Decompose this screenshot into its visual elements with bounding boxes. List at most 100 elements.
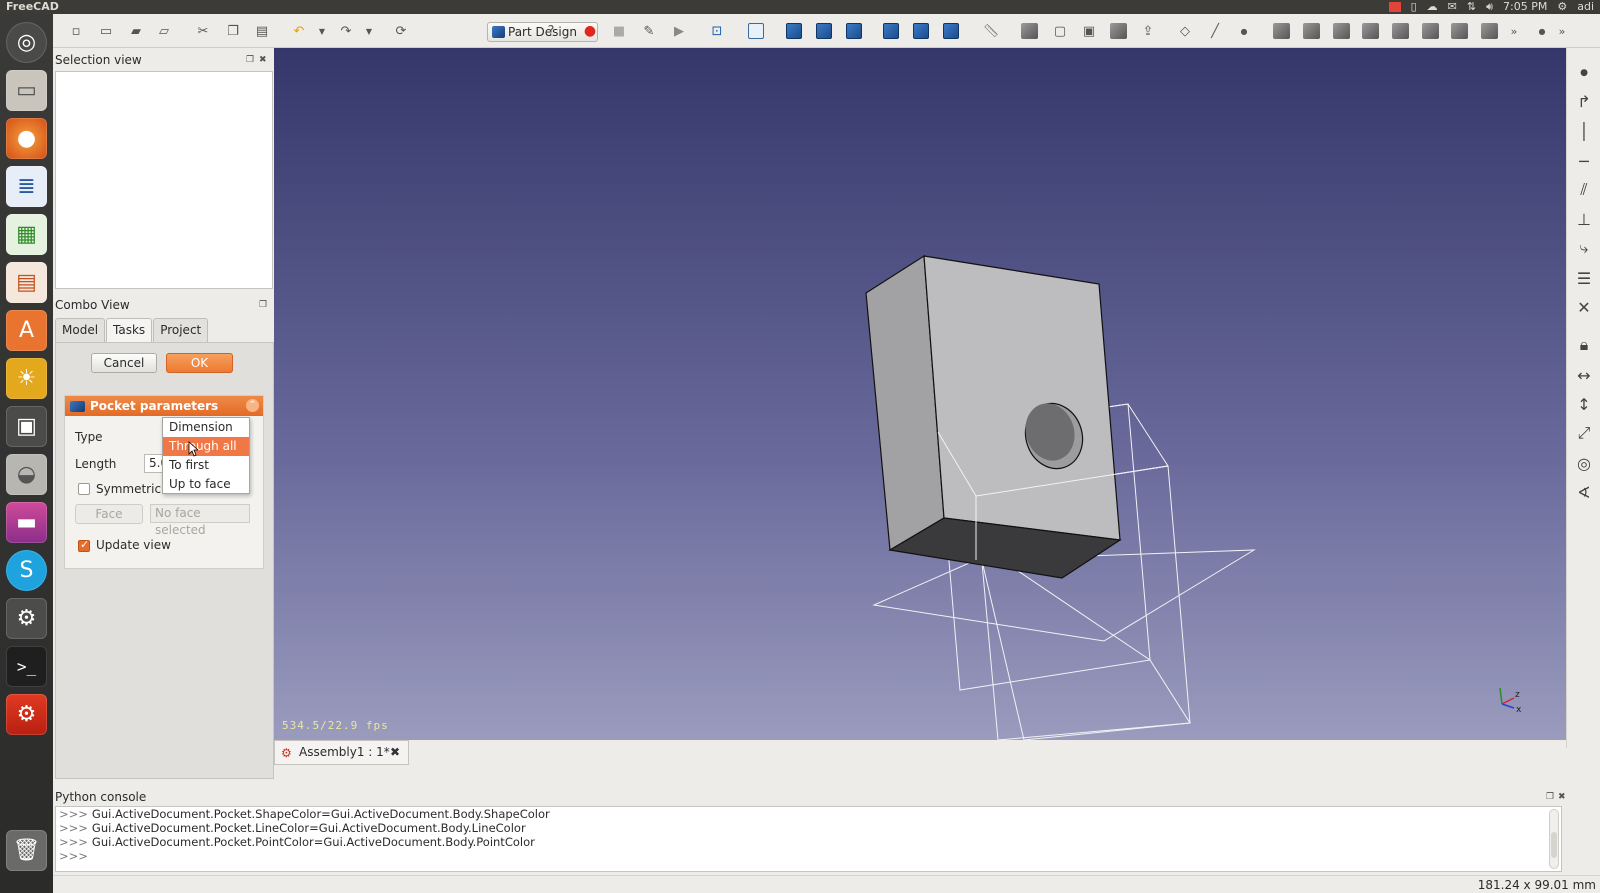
fillet-icon[interactable]: [1392, 23, 1409, 39]
datum-line-icon[interactable]: ╱: [1206, 23, 1224, 39]
constraint-distance-icon[interactable]: ⤢: [1575, 423, 1593, 442]
datum-point-icon[interactable]: ●: [1235, 23, 1253, 39]
create-body-icon[interactable]: [1021, 23, 1038, 39]
tab-project[interactable]: Project: [153, 318, 209, 343]
constraint-vertical-distance-icon[interactable]: ↕: [1575, 395, 1593, 414]
undo-icon[interactable]: ↶: [290, 23, 308, 39]
update-view-checkbox[interactable]: [78, 538, 90, 552]
face-button[interactable]: Face: [75, 504, 143, 524]
settings-gear-icon[interactable]: ⚙: [1557, 0, 1567, 14]
selection-view-close-icon[interactable]: ✖: [259, 55, 267, 65]
constraint-vertical-icon[interactable]: │: [1575, 122, 1593, 141]
new-document-icon[interactable]: ▫: [67, 23, 85, 39]
toolbar-overflow-right-icon[interactable]: »: [1553, 23, 1571, 39]
pocket-icon[interactable]: [1303, 23, 1320, 39]
workspace-switcher-icon[interactable]: ▣: [6, 406, 47, 447]
dash-home-icon[interactable]: ◎: [6, 22, 47, 63]
3d-scene[interactable]: z x: [274, 48, 1566, 740]
tab-model[interactable]: Model: [55, 318, 106, 343]
cloud-icon[interactable]: ☁: [1427, 0, 1438, 14]
constraint-angle-icon[interactable]: ∢: [1575, 483, 1593, 502]
draft-icon[interactable]: [1451, 23, 1468, 39]
type-dropdown-list[interactable]: Dimension Through all To first Up to fac…: [162, 417, 250, 494]
map-sketch-icon[interactable]: [1110, 23, 1127, 39]
type-option-dimension[interactable]: Dimension: [163, 418, 249, 437]
whats-this-icon[interactable]: ?: [542, 23, 560, 39]
export-icon[interactable]: ⇪: [1139, 23, 1157, 39]
calc-icon[interactable]: ▦: [6, 214, 47, 255]
thickness-icon[interactable]: [1481, 23, 1498, 39]
isometric-view-icon[interactable]: [748, 23, 764, 39]
python-console-float-icon[interactable]: ❐: [1546, 792, 1554, 802]
writer-icon[interactable]: ≣: [6, 166, 47, 207]
software-center-icon[interactable]: A: [6, 310, 47, 351]
constraint-symmetric-icon[interactable]: ✕: [1575, 298, 1593, 317]
right-view-icon[interactable]: [846, 23, 862, 39]
constraint-point-icon[interactable]: ●: [1575, 64, 1593, 82]
constraint-equal-icon[interactable]: ☰: [1575, 269, 1593, 288]
macro-edit-icon[interactable]: ✎: [640, 23, 658, 39]
document-tab[interactable]: ⚙ Assembly1 : 1* ✖: [274, 740, 409, 765]
chamfer-icon[interactable]: [1422, 23, 1439, 39]
macro-play-icon[interactable]: ▶: [670, 23, 688, 39]
left-view-icon[interactable]: [943, 23, 959, 39]
pocket-parameters-header[interactable]: Pocket parameters ⌃: [65, 396, 263, 416]
volume-icon[interactable]: 🔊︎: [1486, 0, 1493, 14]
notification-icon[interactable]: ▯: [1411, 0, 1417, 14]
ok-button[interactable]: OK: [166, 353, 233, 373]
toolbar-point-icon[interactable]: ●: [1533, 23, 1551, 39]
type-option-up-to-face[interactable]: Up to face: [163, 475, 249, 494]
groove-icon[interactable]: [1362, 23, 1379, 39]
block-front-face[interactable]: [923, 255, 1121, 541]
macro-record-icon[interactable]: ●: [581, 23, 599, 39]
type-option-through-all[interactable]: Through all: [163, 437, 249, 456]
collapse-chevron-icon[interactable]: ⌃: [246, 399, 259, 412]
pad-icon[interactable]: [1273, 23, 1290, 39]
terminal-icon[interactable]: >_: [6, 646, 47, 687]
constraint-tangent-icon[interactable]: ⤷: [1575, 238, 1593, 257]
constraint-tangent-arc-icon[interactable]: ↱: [1575, 92, 1593, 111]
type-option-to-first[interactable]: To first: [163, 456, 249, 475]
open-icon[interactable]: ▭: [97, 23, 115, 39]
media-icon[interactable]: ▬: [6, 502, 47, 543]
mail-icon[interactable]: ✉: [1448, 0, 1457, 14]
trash-icon[interactable]: 🗑︎: [6, 830, 47, 871]
3d-viewport[interactable]: z x 534.5/22.9 fps: [274, 48, 1566, 740]
steam-icon[interactable]: ⚙: [6, 598, 47, 639]
console-input-line[interactable]: >>>: [59, 849, 1561, 863]
save-as-icon[interactable]: ▱: [155, 23, 173, 39]
tab-tasks[interactable]: Tasks: [106, 318, 153, 343]
constraint-radius-icon[interactable]: ◎: [1575, 454, 1593, 473]
python-console-close-icon[interactable]: ✖: [1558, 792, 1566, 802]
datum-plane-icon[interactable]: ◇: [1176, 23, 1194, 39]
fit-all-icon[interactable]: ⊡: [708, 23, 726, 39]
save-icon[interactable]: ▰: [127, 23, 145, 39]
edit-sketch-icon[interactable]: ▣: [1080, 23, 1098, 39]
impress-icon[interactable]: ▤: [6, 262, 47, 303]
cut-icon[interactable]: ✂: [194, 23, 212, 39]
user-name[interactable]: adi: [1577, 0, 1594, 14]
constraint-horizontal-distance-icon[interactable]: ↔: [1575, 366, 1593, 385]
console-scrollbar[interactable]: [1549, 809, 1559, 869]
toolbar-overflow-icon[interactable]: »: [1505, 23, 1523, 39]
network-icon[interactable]: ⇅: [1467, 0, 1476, 14]
combo-view-float-icon[interactable]: ❐: [259, 300, 267, 310]
weather-sun-icon[interactable]: ☀: [6, 358, 47, 399]
measure-distance-icon[interactable]: 📏︎: [982, 23, 1000, 39]
disk-icon[interactable]: ◒: [6, 454, 47, 495]
bottom-view-icon[interactable]: [913, 23, 929, 39]
firefox-icon[interactable]: ●: [6, 118, 47, 159]
macro-stop-icon[interactable]: ■: [610, 23, 628, 39]
front-view-icon[interactable]: [786, 23, 802, 39]
undo-dropdown-icon[interactable]: ▼: [313, 23, 331, 39]
skype-icon[interactable]: S: [6, 550, 47, 591]
cancel-button[interactable]: Cancel: [91, 353, 157, 373]
selection-view-float-icon[interactable]: ❐: [246, 55, 254, 65]
constraint-lock-icon[interactable]: 🔒︎: [1575, 335, 1593, 354]
selection-view-list[interactable]: [55, 71, 273, 289]
refresh-icon[interactable]: ⟳: [392, 23, 410, 39]
paste-icon[interactable]: ▤: [253, 23, 271, 39]
close-tab-icon[interactable]: ✖: [390, 741, 400, 764]
files-icon[interactable]: ▭: [6, 70, 47, 111]
top-view-icon[interactable]: [816, 23, 832, 39]
